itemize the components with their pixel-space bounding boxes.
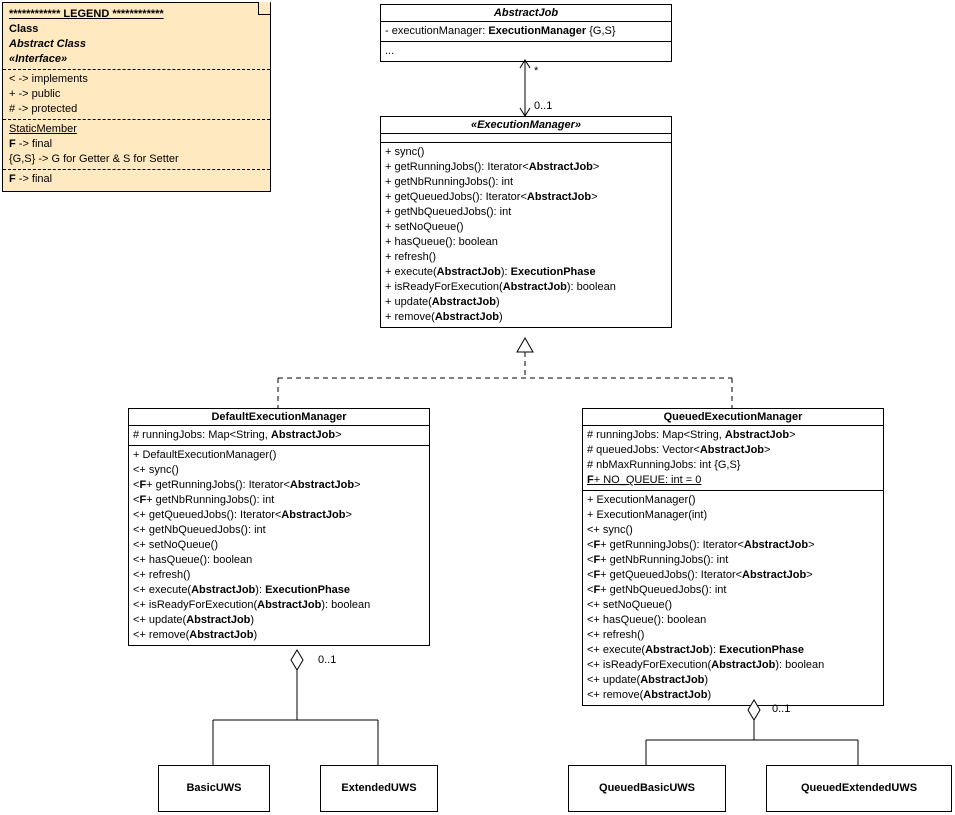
defmgr-m2: <+ sync() [133,463,425,478]
qmgr-m11: <+ execute(AbstractJob): ExecutionPhase [587,643,879,658]
class-queuedextendeduws: QueuedExtendedUWS [766,765,952,812]
queuedbasicuws-title: QueuedBasicUWS [569,766,725,811]
defmgr-a1: # runningJobs: Map<String, AbstractJob> [133,428,425,443]
defmgr-m7: <+ setNoQueue() [133,538,425,553]
execmgr-m12: + remove(AbstractJob) [385,310,667,325]
defmgr-m13: <+ remove(AbstractJob) [133,628,425,643]
basicuws-title: BasicUWS [159,766,269,811]
legend-class: Class [9,22,264,37]
qmgr-m14: <+ remove(AbstractJob) [587,688,879,703]
execmgr-m3: + getNbRunningJobs(): int [385,175,667,190]
legend-static: StaticMember [9,122,264,137]
qmgr-title: QueuedExecutionManager [583,409,883,426]
defmgr-m8: <+ hasQueue(): boolean [133,553,425,568]
abstractjob-more: ... [385,44,667,59]
interface-executionmanager: «ExecutionManager» + sync() + getRunning… [380,116,672,328]
abstractjob-attr1: - executionManager: ExecutionManager {G,… [385,24,667,39]
qmgr-a2: # queuedJobs: Vector<AbstractJob> [587,443,879,458]
mult-one3: 0..1 [772,703,790,715]
execmgr-m2: + getRunningJobs(): Iterator<AbstractJob… [385,160,667,175]
qmgr-m3: <+ sync() [587,523,879,538]
defmgr-m5: <+ getQueuedJobs(): Iterator<AbstractJob… [133,508,425,523]
qmgr-m1: + ExecutionManager() [587,493,879,508]
defmgr-m9: <+ refresh() [133,568,425,583]
execmgr-m7: + hasQueue(): boolean [385,235,667,250]
queuedextendeduws-title: QueuedExtendedUWS [767,766,951,811]
defmgr-title: DefaultExecutionManager [129,409,429,426]
qmgr-m4: <F+ getRunningJobs(): Iterator<AbstractJ… [587,538,879,553]
legend-interface: «Interface» [9,52,264,67]
defmgr-m4: <F+ getNbRunningJobs(): int [133,493,425,508]
legend-protected: # -> protected [9,102,264,117]
execmgr-m11: + update(AbstractJob) [385,295,667,310]
qmgr-a1: # runningJobs: Map<String, AbstractJob> [587,428,879,443]
execmgr-title: «ExecutionManager» [381,117,671,134]
class-queuedbasicuws: QueuedBasicUWS [568,765,726,812]
class-extendeduws: ExtendedUWS [320,765,438,812]
execmgr-m4: + getQueuedJobs(): Iterator<AbstractJob> [385,190,667,205]
qmgr-m5: <F+ getNbRunningJobs(): int [587,553,879,568]
abstractjob-title: AbstractJob [381,5,671,22]
class-abstractjob: AbstractJob - executionManager: Executio… [380,4,672,62]
defmgr-m10: <+ execute(AbstractJob): ExecutionPhase [133,583,425,598]
legend-implements: < -> implements [9,72,264,87]
extendeduws-title: ExtendedUWS [321,766,437,811]
qmgr-m9: <+ hasQueue(): boolean [587,613,879,628]
class-basicuws: BasicUWS [158,765,270,812]
execmgr-m5: + getNbQueuedJobs(): int [385,205,667,220]
mult-one: 0..1 [534,100,552,112]
legend-final2: F -> final [9,172,264,187]
execmgr-m6: + setNoQueue() [385,220,667,235]
qmgr-m8: <+ setNoQueue() [587,598,879,613]
execmgr-m1: + sync() [385,145,667,160]
qmgr-m12: <+ isReadyForExecution(AbstractJob): boo… [587,658,879,673]
legend-gs: {G,S} -> G for Getter & S for Setter [9,152,264,167]
legend-final1: F -> final [9,137,264,152]
qmgr-m13: <+ update(AbstractJob) [587,673,879,688]
mult-one2: 0..1 [318,654,336,666]
defmgr-m1: + DefaultExecutionManager() [133,448,425,463]
defmgr-m6: <+ getNbQueuedJobs(): int [133,523,425,538]
class-defaultexecutionmanager: DefaultExecutionManager # runningJobs: M… [128,408,430,646]
execmgr-m10: + isReadyForExecution(AbstractJob): bool… [385,280,667,295]
qmgr-m6: <F+ getQueuedJobs(): Iterator<AbstractJo… [587,568,879,583]
defmgr-m3: <F+ getRunningJobs(): Iterator<AbstractJ… [133,478,425,493]
class-queuedexecutionmanager: QueuedExecutionManager # runningJobs: Ma… [582,408,884,706]
qmgr-a3: # nbMaxRunningJobs: int {G,S} [587,458,879,473]
execmgr-m8: + refresh() [385,250,667,265]
legend-public: + -> public [9,87,264,102]
qmgr-a4: F+ NO_QUEUE: int = 0 [587,473,879,488]
qmgr-m7: <F+ getNbQueuedJobs(): int [587,583,879,598]
legend-title: ************ LEGEND ************ [9,7,264,22]
execmgr-m9: + execute(AbstractJob): ExecutionPhase [385,265,667,280]
qmgr-m2: + ExecutionManager(int) [587,508,879,523]
legend-note: ************ LEGEND ************ Class A… [2,2,271,192]
qmgr-m10: <+ refresh() [587,628,879,643]
defmgr-m12: <+ update(AbstractJob) [133,613,425,628]
legend-abstract: Abstract Class [9,37,264,52]
defmgr-m11: <+ isReadyForExecution(AbstractJob): boo… [133,598,425,613]
mult-star: * [534,65,538,77]
